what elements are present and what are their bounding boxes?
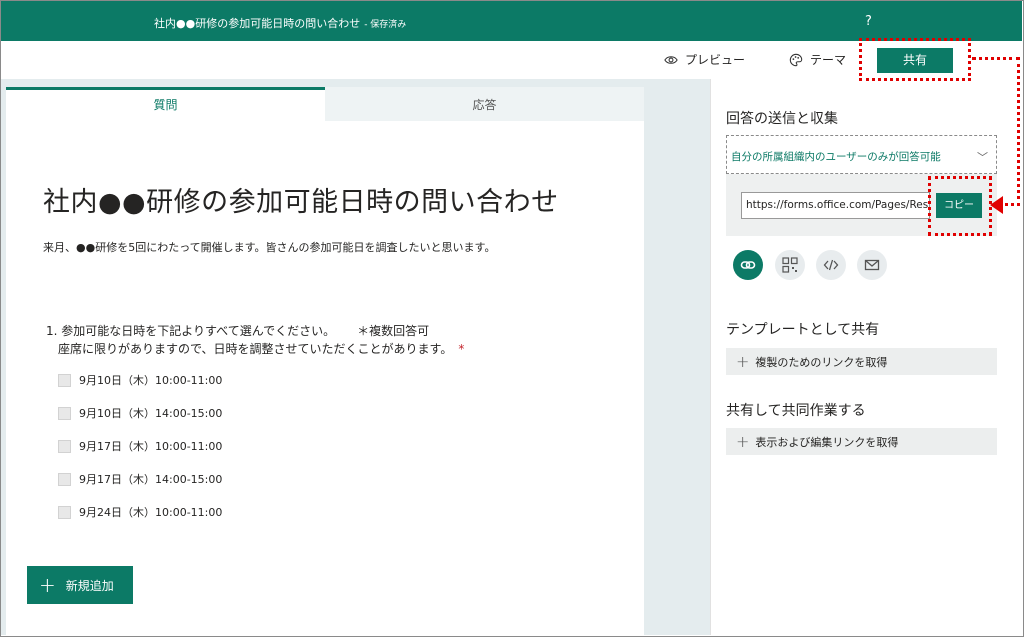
- share-highlight-box: [859, 38, 971, 81]
- option-checkbox[interactable]: [58, 406, 71, 420]
- duplicate-link-button[interactable]: + 複製のためのリンクを取得: [726, 348, 997, 375]
- plus-icon: +: [39, 573, 56, 597]
- email-share-button[interactable]: [857, 250, 887, 280]
- plus-icon: +: [736, 432, 750, 451]
- duplicate-link-label: 複製のためのリンクを取得: [755, 355, 888, 369]
- option-item[interactable]: 9月17日（木）10:00-11:00: [58, 439, 222, 453]
- multi-answer-note: ＊複数回答可: [357, 324, 430, 338]
- tab-responses[interactable]: 応答: [325, 87, 644, 121]
- option-label: 9月17日（木）10:00-11:00: [79, 440, 223, 453]
- palette-icon: [789, 53, 803, 66]
- theme-button[interactable]: テーマ: [789, 51, 846, 68]
- question-subtitle: 座席に限りがありますので、日時を調整させていただくことがあります。 *: [58, 340, 464, 357]
- option-label: 9月17日（木）14:00-15:00: [79, 473, 223, 486]
- form-description[interactable]: 来月、●●研修を5回にわたって開催します。皆さんの参加可能日を調査したいと思いま…: [43, 239, 495, 255]
- copy-highlight-box: [928, 176, 992, 236]
- collaborate-heading: 共有して共同作業する: [726, 403, 866, 419]
- required-mark: *: [458, 342, 465, 356]
- question-subtext: 座席に限りがありますので、日時を調整させていただくことがあります。: [58, 342, 453, 356]
- option-checkbox[interactable]: [58, 439, 71, 453]
- option-item[interactable]: 9月24日（木）10:00-11:00: [58, 505, 222, 519]
- add-new-label: 新規追加: [65, 578, 114, 593]
- option-label: 9月24日（木）10:00-11:00: [79, 506, 223, 519]
- annotation-arrow-icon: [990, 196, 1003, 214]
- help-button[interactable]: ?: [865, 14, 872, 29]
- add-new-button[interactable]: + 新規追加: [27, 566, 133, 604]
- option-checkbox[interactable]: [58, 505, 71, 519]
- annotation-connector-bottom: [1000, 203, 1020, 206]
- option-checkbox[interactable]: [58, 472, 71, 486]
- header-title-text: 社内●●研修の参加可能日時の問い合わせ: [154, 17, 361, 30]
- form-title[interactable]: 社内●●研修の参加可能日時の問い合わせ: [43, 180, 559, 219]
- option-item[interactable]: 9月10日（木）10:00-11:00: [58, 373, 222, 387]
- app-header: 社内●●研修の参加可能日時の問い合わせ - 保存済み ?: [1, 1, 1022, 41]
- annotation-connector-side: [1017, 57, 1020, 206]
- template-heading: テンプレートとして共有: [726, 322, 880, 338]
- form-tabs: 質問 応答: [6, 87, 644, 121]
- share-url-field[interactable]: https://forms.office.com/Pages/ResponseP…: [741, 192, 930, 219]
- option-item[interactable]: 9月10日（木）14:00-15:00: [58, 406, 222, 420]
- theme-label: テーマ: [810, 53, 847, 67]
- code-embed-icon: [823, 259, 839, 271]
- option-label: 9月10日（木）10:00-11:00: [79, 374, 223, 387]
- option-checkbox[interactable]: [58, 373, 71, 387]
- eye-icon: [664, 55, 678, 64]
- qr-code-icon: [782, 257, 798, 273]
- qr-share-button[interactable]: [775, 250, 805, 280]
- preview-label: プレビュー: [685, 53, 746, 67]
- question-text: 1. 参加可能な日時を下記よりすべて選んでください。: [46, 324, 336, 338]
- mail-icon: [864, 259, 880, 271]
- option-item[interactable]: 9月17日（木）14:00-15:00: [58, 472, 222, 486]
- question-title[interactable]: 1. 参加可能な日時を下記よりすべて選んでください。 ＊複数回答可: [46, 322, 429, 339]
- edit-link-label: 表示および編集リンクを取得: [755, 435, 899, 449]
- chevron-down-icon: ﹀: [977, 151, 988, 164]
- embed-share-button[interactable]: [816, 250, 846, 280]
- link-icon: [740, 261, 756, 269]
- link-share-button[interactable]: [733, 250, 763, 280]
- audience-dropdown[interactable]: 自分の所属組織内のユーザーのみが回答可能 ﹀: [726, 135, 997, 174]
- saved-status: - 保存済み: [364, 20, 407, 30]
- tab-questions[interactable]: 質問: [6, 87, 325, 121]
- option-label: 9月10日（木）14:00-15:00: [79, 407, 223, 420]
- audience-selected: 自分の所属組織内のユーザーのみが回答可能: [731, 151, 941, 163]
- form-header-title: 社内●●研修の参加可能日時の問い合わせ - 保存済み: [154, 15, 406, 31]
- preview-button[interactable]: プレビュー: [664, 51, 745, 68]
- edit-link-button[interactable]: + 表示および編集リンクを取得: [726, 428, 997, 455]
- plus-icon: +: [736, 352, 750, 371]
- send-collect-heading: 回答の送信と収集: [726, 111, 838, 127]
- annotation-connector-top: [972, 57, 1020, 60]
